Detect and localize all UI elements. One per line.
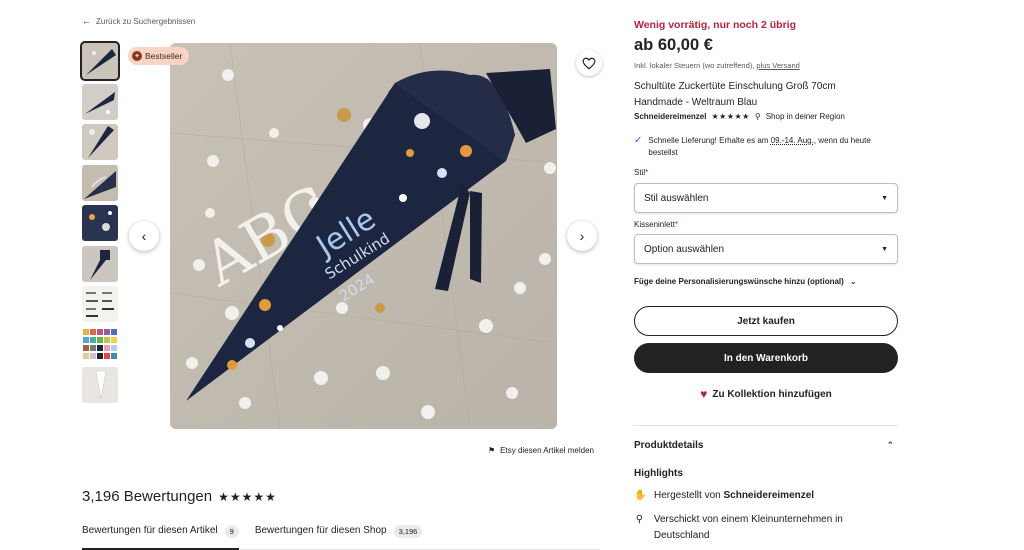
highlights-heading: Highlights — [634, 468, 683, 479]
stock-warning: Wenig vorrätig, nur noch 2 übrig — [634, 19, 796, 31]
back-to-search-link[interactable]: ← Zurück zu Suchergebnissen — [82, 16, 195, 26]
thumbnail-7[interactable] — [82, 286, 118, 322]
location-pin-icon: ⚲ — [754, 112, 761, 121]
style-label-text: Stil — [634, 168, 646, 177]
shop-rating-stars: ★★★★★ — [711, 112, 750, 121]
tab-shop-reviews[interactable]: Bewertungen für diesen Shop 3,196 — [255, 522, 423, 549]
price: ab 60,00 € — [634, 36, 713, 54]
thumbnail-2[interactable] — [82, 83, 118, 120]
add-to-collection-label: Zu Kollektion hinzufügen — [712, 388, 832, 400]
chevron-down-icon: ⌄ — [849, 277, 857, 286]
back-link-label: Zurück zu Suchergebnissen — [96, 16, 196, 26]
buy-now-button[interactable]: Jetzt kaufen — [634, 306, 898, 336]
personalization-label: Füge deine Personalisierungswünsche hinz… — [634, 277, 844, 286]
caret-down-icon: ▼ — [881, 194, 888, 202]
next-image-button[interactable]: › — [567, 221, 597, 251]
bestseller-label: Bestseller — [145, 51, 183, 61]
thumbnail-8[interactable] — [82, 326, 118, 363]
buy-now-label: Jetzt kaufen — [737, 315, 795, 327]
cushion-label: Kisseninlett* — [634, 220, 679, 229]
thumbnail-list — [80, 41, 120, 408]
tab-item-reviews[interactable]: Bewertungen für diesen Artikel 9 — [82, 522, 239, 550]
heart-filled-icon: ♥ — [700, 387, 708, 401]
shop-info: Schneidereimenzel ★★★★★ ⚲ Shop in deiner… — [634, 112, 845, 121]
made-by-text: Hergestellt von Schneidereimenzel — [654, 488, 814, 504]
reviews-count: 3,196 Bewertungen — [82, 488, 213, 505]
reviews-tabs: Bewertungen für diesen Artikel 9 Bewertu… — [82, 522, 600, 550]
delivery-text: Schnelle Lieferung! Erhalte es am 09.-14… — [648, 135, 898, 159]
tax-info: Inkl. lokaler Steuern (wo zutreffend), p… — [634, 61, 800, 70]
chevron-up-icon: ⌃ — [886, 440, 894, 450]
flag-icon: ⚑ — [488, 446, 496, 455]
heart-icon — [582, 57, 596, 70]
cushion-select[interactable]: Option auswählen ▼ — [634, 234, 898, 264]
previous-image-button[interactable]: ‹ — [129, 221, 159, 251]
shop-location: Shop in deiner Region — [765, 112, 845, 121]
chevron-left-icon: ‹ — [141, 228, 147, 244]
report-item-link[interactable]: ⚑ Etsy diesen Artikel melden — [488, 446, 594, 455]
delivery-prefix: Schnelle Lieferung! Erhalte es am — [648, 136, 771, 145]
made-by-shop-link[interactable]: Schneidereimenzel — [723, 490, 814, 501]
reviews-header: 3,196 Bewertungen ★★★★★ — [82, 488, 277, 505]
style-select-value: Stil auswählen — [644, 192, 709, 204]
reviews-stars: ★★★★★ — [218, 489, 277, 504]
product-details-heading: Produktdetails — [634, 440, 704, 451]
style-select[interactable]: Stil auswählen ▼ — [634, 183, 898, 213]
personalization-toggle[interactable]: Füge deine Personalisierungswünsche hinz… — [634, 277, 857, 286]
thumbnail-5[interactable] — [82, 205, 118, 241]
delivery-dates: 09.-14. Aug. — [770, 136, 814, 145]
location-pin-icon: ⚲ — [635, 514, 644, 525]
delivery-info: ✓ Schnelle Lieferung! Erhalte es am 09.-… — [634, 135, 898, 159]
highlight-shipped-from: ⚲ Verschickt von einem Kleinunternehmen … — [634, 512, 898, 544]
thumbnail-4[interactable] — [82, 164, 118, 201]
thumbnail-6[interactable] — [82, 245, 118, 282]
tab-label: Bewertungen für diesen Artikel — [82, 525, 218, 536]
bestseller-badge: ✦ Bestseller — [128, 47, 190, 65]
tax-text: Inkl. lokaler Steuern (wo zutreffend), — [634, 61, 757, 70]
thumbnail-9[interactable] — [82, 367, 118, 403]
chevron-right-icon: › — [579, 228, 585, 244]
product-details-toggle[interactable]: Produktdetails ⌃ — [634, 440, 898, 451]
style-label: Stil* — [634, 168, 649, 177]
favorite-button[interactable] — [576, 50, 602, 76]
thumbnail-3[interactable] — [82, 124, 118, 160]
highlight-made-by: ✋ Hergestellt von Schneidereimenzel — [634, 488, 898, 504]
caret-down-icon: ▼ — [881, 245, 888, 253]
cushion-label-text: Kisseninlett — [634, 220, 675, 229]
tab-count: 3,196 — [393, 525, 423, 538]
product-title: Schultüte Zuckertüte Einschulung Groß 70… — [634, 81, 836, 108]
cushion-select-value: Option auswählen — [644, 243, 725, 255]
add-to-cart-label: In den Warenkorb — [723, 352, 809, 364]
thumbnail-1[interactable] — [80, 41, 120, 81]
shop-name-link[interactable]: Schneidereimenzel — [634, 112, 706, 121]
tab-label: Bewertungen für diesen Shop — [254, 525, 387, 536]
arrow-left-icon: ← — [82, 16, 91, 26]
award-icon: ✦ — [132, 51, 142, 61]
add-to-cart-button[interactable]: In den Warenkorb — [634, 343, 898, 373]
add-to-collection-button[interactable]: ♥ Zu Kollektion hinzufügen — [634, 387, 898, 401]
shipped-from-text: Verschickt von einem Kleinunternehmen in… — [653, 514, 843, 541]
checkmark-icon: ✓ — [634, 135, 643, 146]
divider — [634, 425, 898, 426]
made-by-prefix: Hergestellt von — [654, 490, 724, 501]
report-label: Etsy diesen Artikel melden — [500, 446, 594, 455]
main-product-image: ABC Jelle Schulkind 2024 — [170, 43, 557, 429]
tab-count: 9 — [224, 525, 239, 538]
shipping-link[interactable]: plus Versand — [756, 61, 799, 70]
hand-icon: ✋ — [634, 490, 647, 501]
